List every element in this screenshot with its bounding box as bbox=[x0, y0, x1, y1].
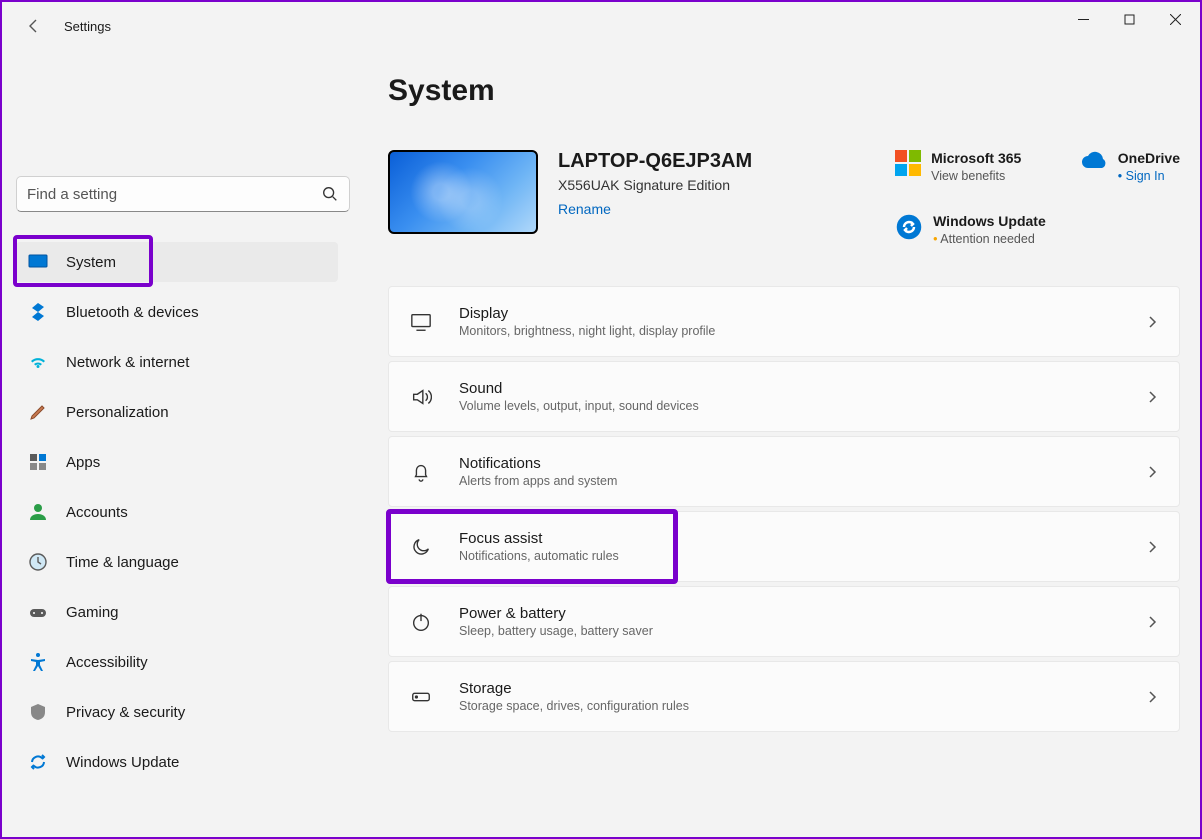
sidebar-item-label: Bluetooth & devices bbox=[66, 304, 199, 321]
app-title: Settings bbox=[64, 19, 111, 34]
accessibility-icon bbox=[28, 652, 48, 672]
device-model: X556UAK Signature Edition bbox=[558, 177, 875, 193]
sidebar-item-gaming[interactable]: Gaming bbox=[16, 592, 338, 632]
apps-icon bbox=[28, 452, 48, 472]
search-icon bbox=[321, 185, 339, 203]
sidebar: System Bluetooth & devices Network & int… bbox=[2, 50, 352, 837]
sidebar-item-apps[interactable]: Apps bbox=[16, 442, 338, 482]
card-sub: Storage space, drives, configuration rul… bbox=[459, 699, 1145, 713]
sidebar-item-label: Gaming bbox=[66, 604, 119, 621]
card-storage[interactable]: Storage Storage space, drives, configura… bbox=[388, 661, 1180, 732]
chevron-right-icon bbox=[1145, 390, 1159, 404]
sidebar-item-personalization[interactable]: Personalization bbox=[16, 392, 338, 432]
moon-icon bbox=[409, 535, 433, 559]
sidebar-item-label: System bbox=[66, 254, 116, 271]
bell-icon bbox=[409, 460, 433, 484]
window-controls bbox=[1060, 4, 1198, 34]
back-button[interactable] bbox=[18, 10, 50, 42]
card-sub: Notifications, automatic rules bbox=[459, 549, 1145, 563]
wifi-icon bbox=[28, 352, 48, 372]
shield-icon bbox=[28, 702, 48, 722]
card-sub: Volume levels, output, input, sound devi… bbox=[459, 399, 1145, 413]
main-content: System LAPTOP-Q6EJP3AM X556UAK Signature… bbox=[352, 50, 1200, 837]
cloud-status-column: Microsoft 365 View benefits Windows Upda… bbox=[895, 150, 1180, 246]
nav-list: System Bluetooth & devices Network & int… bbox=[16, 242, 338, 782]
titlebar: Settings bbox=[2, 2, 1200, 50]
m365-sub: View benefits bbox=[931, 169, 1021, 183]
maximize-button[interactable] bbox=[1106, 4, 1152, 34]
sidebar-item-windows-update[interactable]: Windows Update bbox=[16, 742, 338, 782]
gamepad-icon bbox=[28, 602, 48, 622]
device-thumbnail bbox=[388, 150, 538, 234]
card-sub: Sleep, battery usage, battery saver bbox=[459, 624, 1145, 638]
winupdate-sub: Attention needed bbox=[933, 232, 1046, 246]
minimize-button[interactable] bbox=[1060, 4, 1106, 34]
sidebar-item-label: Personalization bbox=[66, 404, 169, 421]
microsoft-logo-icon bbox=[895, 150, 921, 176]
sidebar-item-accounts[interactable]: Accounts bbox=[16, 492, 338, 532]
sidebar-item-network[interactable]: Network & internet bbox=[16, 342, 338, 382]
card-title: Focus assist bbox=[459, 530, 1145, 547]
close-button[interactable] bbox=[1152, 4, 1198, 34]
paintbrush-icon bbox=[28, 402, 48, 422]
windows-update-item[interactable]: Windows Update Attention needed bbox=[895, 213, 1046, 246]
m365-title: Microsoft 365 bbox=[931, 150, 1021, 166]
card-sound[interactable]: Sound Volume levels, output, input, soun… bbox=[388, 361, 1180, 432]
sidebar-item-label: Network & internet bbox=[66, 354, 189, 371]
card-title: Power & battery bbox=[459, 605, 1145, 622]
device-info: LAPTOP-Q6EJP3AM X556UAK Signature Editio… bbox=[558, 150, 875, 219]
onedrive-title: OneDrive bbox=[1118, 150, 1180, 166]
winupdate-title: Windows Update bbox=[933, 213, 1046, 229]
sidebar-item-privacy[interactable]: Privacy & security bbox=[16, 692, 338, 732]
card-title: Display bbox=[459, 305, 1145, 322]
onedrive-item[interactable]: OneDrive Sign In bbox=[1080, 150, 1180, 246]
monitor-icon bbox=[409, 310, 433, 334]
sidebar-item-bluetooth[interactable]: Bluetooth & devices bbox=[16, 292, 338, 332]
microsoft-365-item[interactable]: Microsoft 365 View benefits bbox=[895, 150, 1046, 183]
search-box[interactable] bbox=[16, 176, 350, 212]
chevron-right-icon bbox=[1145, 690, 1159, 704]
device-name: LAPTOP-Q6EJP3AM bbox=[558, 150, 875, 173]
onedrive-sub[interactable]: Sign In bbox=[1118, 169, 1180, 183]
sidebar-item-label: Accounts bbox=[66, 504, 128, 521]
sidebar-item-label: Windows Update bbox=[66, 754, 179, 771]
card-sub: Monitors, brightness, night light, displ… bbox=[459, 324, 1145, 338]
system-icon bbox=[28, 252, 48, 272]
bluetooth-icon bbox=[28, 302, 48, 322]
chevron-right-icon bbox=[1145, 540, 1159, 554]
page-title: System bbox=[388, 74, 1180, 108]
card-title: Notifications bbox=[459, 455, 1145, 472]
storage-icon bbox=[409, 685, 433, 709]
sidebar-item-accessibility[interactable]: Accessibility bbox=[16, 642, 338, 682]
card-sub: Alerts from apps and system bbox=[459, 474, 1145, 488]
settings-card-list: Display Monitors, brightness, night ligh… bbox=[388, 286, 1180, 732]
power-icon bbox=[409, 610, 433, 634]
person-icon bbox=[28, 502, 48, 522]
sidebar-item-label: Apps bbox=[66, 454, 100, 471]
chevron-right-icon bbox=[1145, 465, 1159, 479]
search-input[interactable] bbox=[27, 186, 321, 203]
card-title: Sound bbox=[459, 380, 1145, 397]
sidebar-item-label: Privacy & security bbox=[66, 704, 185, 721]
card-notifications[interactable]: Notifications Alerts from apps and syste… bbox=[388, 436, 1180, 507]
card-power-battery[interactable]: Power & battery Sleep, battery usage, ba… bbox=[388, 586, 1180, 657]
clock-globe-icon bbox=[28, 552, 48, 572]
chevron-right-icon bbox=[1145, 615, 1159, 629]
update-icon bbox=[28, 752, 48, 772]
chevron-right-icon bbox=[1145, 315, 1159, 329]
card-title: Storage bbox=[459, 680, 1145, 697]
card-display[interactable]: Display Monitors, brightness, night ligh… bbox=[388, 286, 1180, 357]
sidebar-item-system[interactable]: System bbox=[16, 242, 338, 282]
cloud-icon bbox=[1080, 150, 1108, 178]
device-info-row: LAPTOP-Q6EJP3AM X556UAK Signature Editio… bbox=[388, 150, 1180, 246]
rename-link[interactable]: Rename bbox=[558, 201, 611, 217]
sidebar-item-label: Accessibility bbox=[66, 654, 148, 671]
speaker-icon bbox=[409, 385, 433, 409]
sidebar-item-label: Time & language bbox=[66, 554, 179, 571]
update-icon bbox=[895, 213, 923, 241]
card-focus-assist[interactable]: Focus assist Notifications, automatic ru… bbox=[388, 511, 1180, 582]
sidebar-item-time[interactable]: Time & language bbox=[16, 542, 338, 582]
